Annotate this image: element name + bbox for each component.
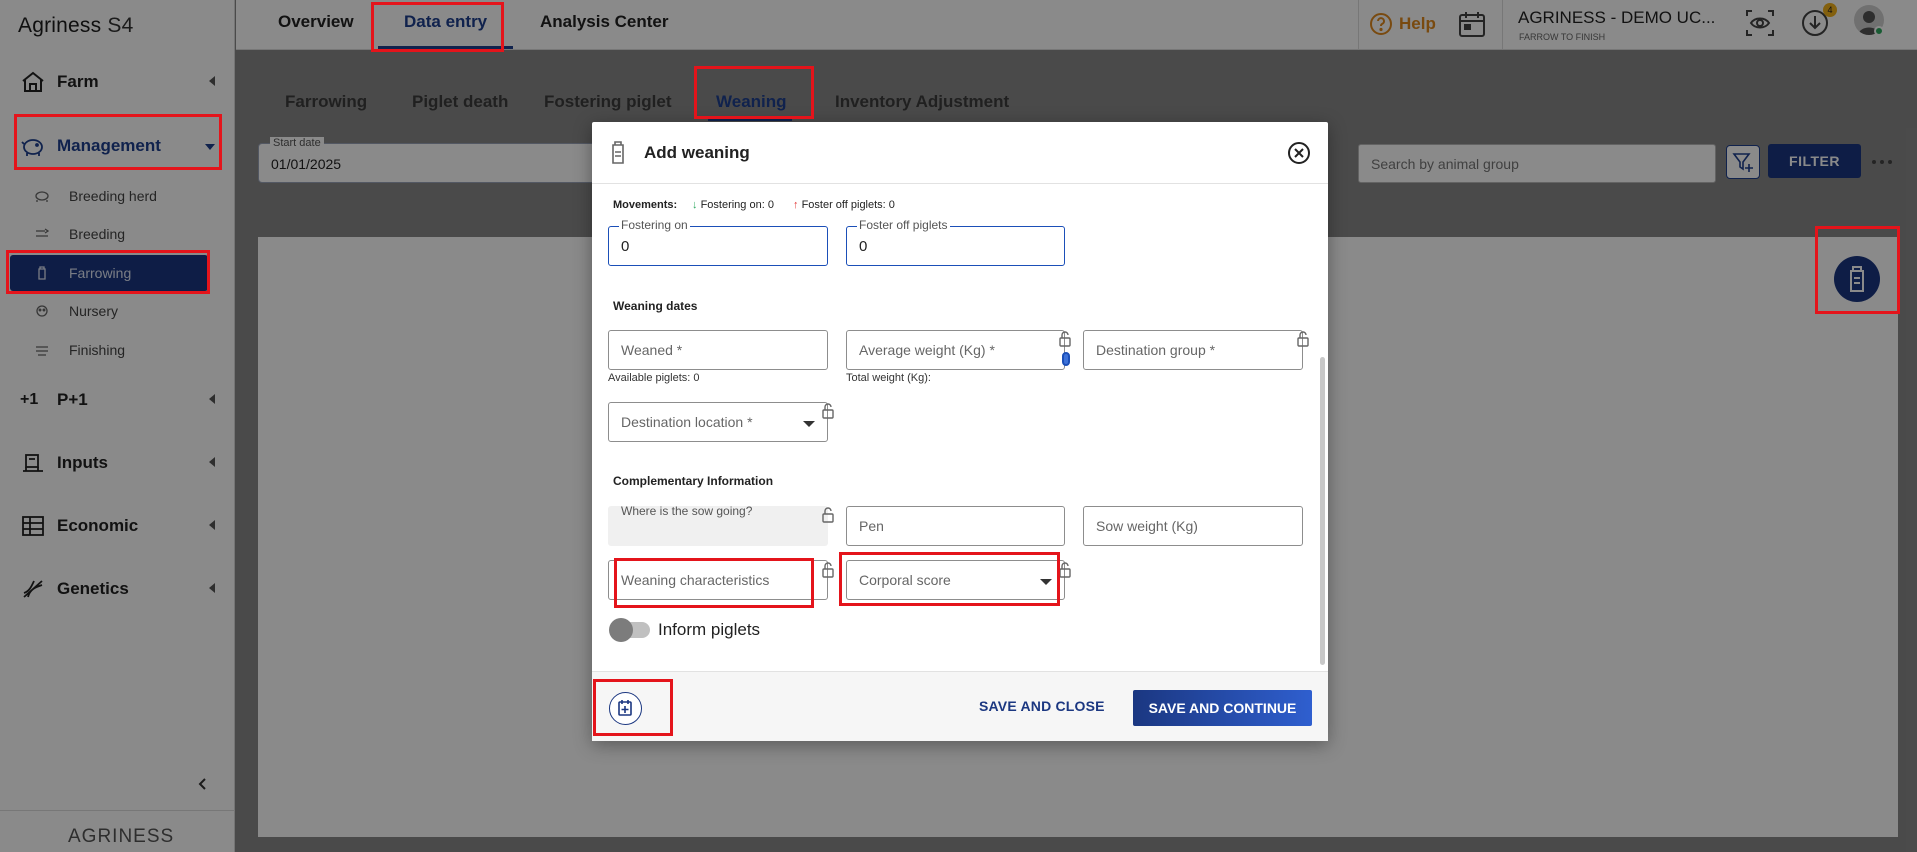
lock-icon[interactable] [1296,331,1310,347]
lock-icon[interactable] [821,507,835,523]
weaning-characteristics-field[interactable]: Weaning characteristics [608,560,828,600]
total-weight-text: Total weight (Kg): [846,372,931,384]
weaning-dates-title: Weaning dates [613,299,698,313]
fostering-on-field[interactable]: Fostering on 0 [608,218,828,266]
sow-weight-field[interactable]: Sow weight (Kg) [1083,506,1303,546]
arrow-down-icon: ↓ [692,199,698,211]
field-placeholder: Sow weight (Kg) [1096,518,1198,534]
inform-piglets-label: Inform piglets [658,620,761,639]
foster-off-piglets-field[interactable]: Foster off piglets 0 [846,218,1065,266]
pen-field[interactable]: Pen [846,506,1065,546]
lock-icon[interactable] [821,562,835,578]
close-icon[interactable] [1287,141,1311,165]
dropdown-arrow-icon [1040,579,1052,585]
field-value: 0 [859,238,868,255]
save-and-close-button[interactable]: SAVE AND CLOSE [979,698,1105,714]
dialog-scrollbar[interactable] [1320,357,1325,665]
bottle-icon [610,141,626,165]
field-placeholder: Weaned * [621,342,683,358]
destination-location-select[interactable]: Destination location * [608,402,828,442]
dropdown-arrow-icon [803,421,815,427]
destination-group-field[interactable]: Destination group * [1083,330,1303,370]
foster-off-summary: ↑ Foster off piglets: 0 [793,199,895,211]
field-placeholder: Corporal score [859,572,951,588]
average-weight-field[interactable]: Average weight (Kg) * [846,330,1065,370]
field-label: Where is the sow going? [621,504,753,518]
add-note-icon[interactable] [609,692,642,725]
lock-icon[interactable] [821,403,835,419]
lock-icon[interactable] [1058,331,1072,347]
field-label: Foster off piglets [857,218,950,232]
field-label: Fostering on [619,218,690,232]
complementary-info-title: Complementary Information [613,474,774,488]
toggle-knob[interactable] [609,618,633,642]
field-placeholder: Weaning characteristics [621,572,770,588]
lock-icon[interactable] [1058,562,1072,578]
weaned-field[interactable]: Weaned * [608,330,828,370]
arrow-up-icon: ↑ [793,199,799,211]
movements-label: Movements: [613,199,678,211]
field-placeholder: Pen [859,518,884,534]
available-piglets-text: Available piglets: 0 [608,372,700,384]
fostering-on-summary: ↓ Fostering on: 0 [692,199,774,211]
dialog-title: Add weaning [644,143,750,162]
save-and-continue-button[interactable]: SAVE AND CONTINUE [1133,690,1312,726]
field-placeholder: Average weight (Kg) * [859,342,995,358]
field-placeholder: Destination location * [621,414,753,430]
corporal-score-select[interactable]: Corporal score [846,560,1065,600]
field-value: 0 [621,238,630,255]
field-placeholder: Destination group * [1096,342,1216,358]
sow-destination-field: Where is the sow going? [608,504,828,546]
weight-slider-handle[interactable] [1062,352,1070,366]
